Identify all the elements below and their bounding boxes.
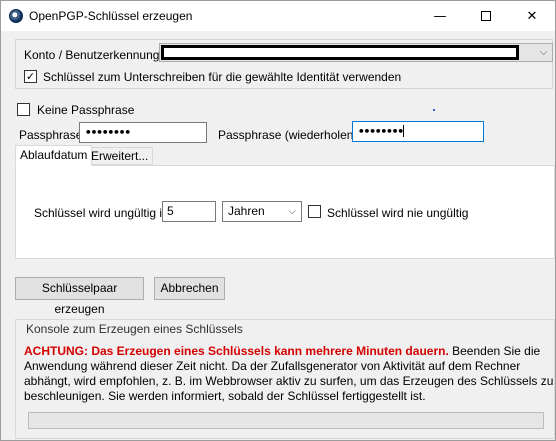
never-expires-checkbox[interactable]	[308, 205, 321, 218]
console-warning: ACHTUNG: Das Erzeugen eines Schlüssels k…	[24, 344, 449, 358]
key-generation-dialog: OpenPGP-Schlüssel erzeugen — ✕ Konto / B…	[0, 0, 556, 441]
title-bar[interactable]: OpenPGP-Schlüssel erzeugen — ✕	[1, 1, 555, 31]
account-label: Konto / Benutzerkennung	[24, 48, 160, 62]
passphrase-repeat-value: ••••••••	[358, 125, 404, 138]
console-title: Konsole zum Erzeugen eines Schlüssels	[24, 322, 245, 336]
chevron-down-icon: ⌵	[288, 206, 296, 217]
passphrase-value: ••••••••	[85, 126, 131, 139]
tab-expiry[interactable]: Ablaufdatum	[15, 145, 93, 166]
key-generation-progress-bar	[28, 412, 544, 429]
console-group: Konsole zum Erzeugen eines Schlüssels AC…	[15, 319, 555, 439]
no-passphrase-label: Keine Passphrase	[37, 103, 135, 117]
dot-mark	[433, 109, 435, 111]
account-dropdown[interactable]: ⌵	[159, 43, 553, 62]
passphrase-repeat-label: Passphrase (wiederholen)	[218, 128, 358, 142]
generate-keypair-button[interactable]: Schlüsselpaar erzeugen	[15, 277, 144, 316]
enigmail-app-icon	[9, 9, 23, 23]
expiry-tab-panel: Schlüssel wird ungültig in 5 Jahren ⌵ Sc…	[15, 165, 555, 259]
passphrase-label: Passphrase	[19, 128, 83, 142]
no-passphrase-checkbox[interactable]	[17, 103, 30, 116]
never-expires-label: Schlüssel wird nie ungültig	[327, 206, 469, 220]
chevron-down-icon: ⌵	[539, 47, 548, 58]
maximize-button[interactable]	[463, 1, 509, 31]
expiry-amount-input[interactable]: 5	[162, 201, 216, 222]
sign-identity-checkbox[interactable]: ✓	[24, 70, 37, 83]
close-button[interactable]: ✕	[509, 1, 555, 31]
account-panel: Konto / Benutzerkennung ⌵ ✓ Schlüssel zu…	[15, 39, 553, 89]
console-message: ACHTUNG: Das Erzeugen eines Schlüssels k…	[24, 344, 554, 404]
passphrase-repeat-input[interactable]: ••••••••	[352, 121, 484, 142]
text-caret	[402, 125, 404, 137]
maximize-icon	[481, 11, 491, 21]
cancel-button[interactable]: Abbrechen	[154, 277, 225, 300]
account-value-redacted	[161, 45, 519, 60]
expiry-label: Schlüssel wird ungültig in	[34, 206, 169, 220]
close-icon: ✕	[526, 8, 538, 24]
expiry-unit-value: Jahren	[228, 204, 265, 218]
window-title: OpenPGP-Schlüssel erzeugen	[29, 9, 193, 23]
sign-identity-label: Schlüssel zum Unterschreiben für die gew…	[43, 70, 402, 84]
minimize-icon: —	[433, 8, 447, 24]
minimize-button[interactable]: —	[417, 1, 463, 31]
passphrase-input[interactable]: ••••••••	[79, 122, 207, 143]
tab-advanced[interactable]: Erweitert...	[86, 147, 154, 165]
expiry-unit-select[interactable]: Jahren ⌵	[222, 201, 302, 222]
